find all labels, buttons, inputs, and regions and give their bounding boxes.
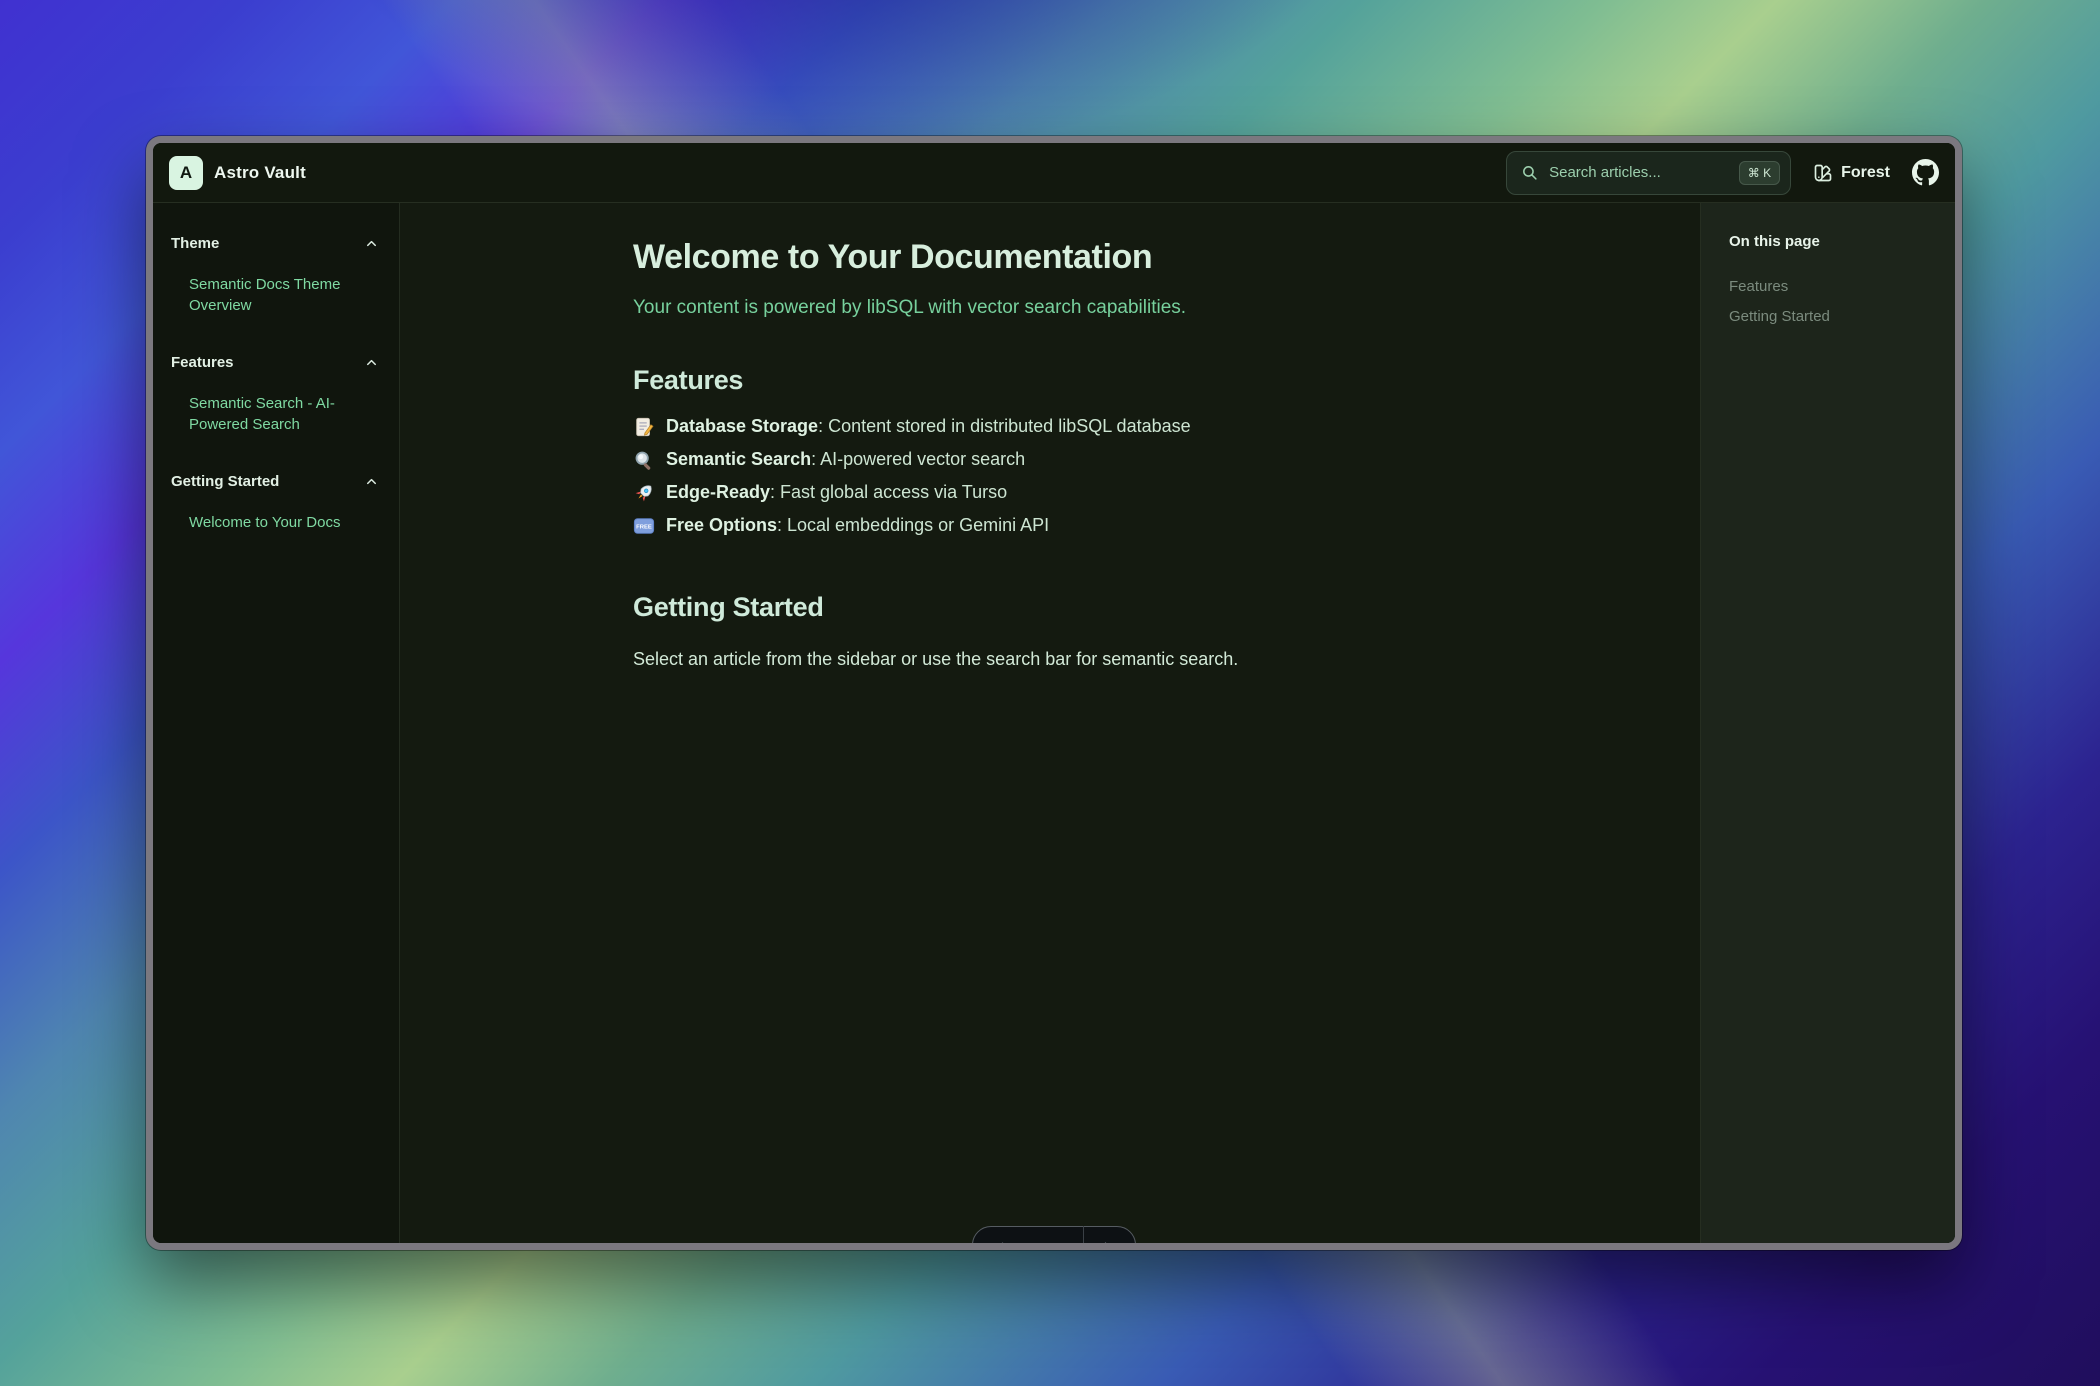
page-subtitle: Your content is powered by libSQL with v… xyxy=(633,297,1503,319)
list-item: Edge-Ready: Fast global access via Turso xyxy=(633,476,1503,509)
feature-term: Semantic Search xyxy=(666,449,811,470)
search-icon xyxy=(1521,164,1538,181)
nav-group-features: Features Semantic Search - AI-Powered Se… xyxy=(171,354,379,435)
feature-desc: : Local embeddings or Gemini API xyxy=(777,515,1049,536)
feature-desc: : AI-powered vector search xyxy=(811,449,1025,470)
feature-term: Free Options xyxy=(666,515,777,536)
brand[interactable]: A Astro Vault xyxy=(169,156,306,190)
app-window: A Astro Vault Search articles... ⌘ K xyxy=(146,136,1962,1250)
github-link[interactable] xyxy=(1912,159,1939,186)
nav-group-label: Features xyxy=(171,354,234,371)
list-item: Database Storage: Content stored in dist… xyxy=(633,410,1503,443)
list-item: Semantic Search: AI-powered vector searc… xyxy=(633,443,1503,476)
rocket-emoji-icon xyxy=(633,482,655,504)
toolbar-divider xyxy=(1083,1226,1085,1243)
nav-group-header-features[interactable]: Features xyxy=(171,354,379,371)
free-emoji-icon: FREE xyxy=(633,515,655,537)
list-item: FREE Free Options: Local embeddings or G… xyxy=(633,509,1503,542)
search-placeholder: Search articles... xyxy=(1549,164,1739,181)
nav-group-theme: Theme Semantic Docs Theme Overview xyxy=(171,235,379,316)
sidebar-nav: Theme Semantic Docs Theme Overview Featu… xyxy=(153,203,400,1243)
feature-term: Database Storage xyxy=(666,416,818,437)
memo-emoji-icon xyxy=(633,416,655,438)
dev-toolbar xyxy=(972,1226,1136,1243)
chevron-up-icon xyxy=(364,236,379,251)
settings-gear-icon xyxy=(1097,1241,1114,1244)
getting-started-section: Getting Started Select an article from t… xyxy=(633,592,1503,670)
inspect-rocket-icon xyxy=(1024,1241,1041,1244)
search-input[interactable]: Search articles... ⌘ K xyxy=(1506,151,1791,195)
palette-swatch-icon xyxy=(1813,163,1833,183)
getting-started-heading: Getting Started xyxy=(633,592,1503,623)
toc-link-features[interactable]: Features xyxy=(1729,272,1935,302)
svg-text:FREE: FREE xyxy=(636,524,652,530)
nav-group-header-theme[interactable]: Theme xyxy=(171,235,379,252)
brand-title: Astro Vault xyxy=(214,163,306,183)
chevron-up-icon xyxy=(364,355,379,370)
feature-desc: : Fast global access via Turso xyxy=(770,482,1007,503)
chevron-up-icon xyxy=(364,474,379,489)
nav-group-getting-started: Getting Started Welcome to Your Docs xyxy=(171,473,379,533)
nav-group-label: Theme xyxy=(171,235,219,252)
search-shortcut-badge: ⌘ K xyxy=(1739,161,1780,185)
header-bar: A Astro Vault Search articles... ⌘ K xyxy=(153,143,1955,203)
desktop-wallpaper: A Astro Vault Search articles... ⌘ K xyxy=(0,0,2100,1386)
magnifier-emoji-icon xyxy=(633,449,655,471)
nav-group-header-getting-started[interactable]: Getting Started xyxy=(171,473,379,490)
header-actions: Search articles... ⌘ K Forest xyxy=(1506,151,1939,195)
github-octocat-icon xyxy=(1912,159,1939,186)
article: Welcome to Your Documentation Your conte… xyxy=(633,203,1503,670)
nav-group-label: Getting Started xyxy=(171,473,279,490)
page-title: Welcome to Your Documentation xyxy=(633,237,1503,277)
on-this-page-panel: On this page Features Getting Started xyxy=(1700,203,1955,1243)
astro-vault-logo: A xyxy=(169,156,203,190)
main-content: Welcome to Your Documentation Your conte… xyxy=(400,203,1700,1243)
toc-title: On this page xyxy=(1729,233,1935,250)
getting-started-body: Select an article from the sidebar or us… xyxy=(633,649,1503,670)
features-heading: Features xyxy=(633,365,1503,396)
menu-dash-icon xyxy=(1054,1241,1071,1244)
feature-desc: : Content stored in distributed libSQL d… xyxy=(818,416,1191,437)
sidebar-item-semantic-docs-theme-overview[interactable]: Semantic Docs Theme Overview xyxy=(171,274,356,316)
toc-link-getting-started[interactable]: Getting Started xyxy=(1729,302,1935,332)
dev-toolbar-pill[interactable] xyxy=(972,1226,1136,1243)
sidebar-item-semantic-search[interactable]: Semantic Search - AI-Powered Search xyxy=(171,393,356,435)
theme-name-label: Forest xyxy=(1841,164,1890,182)
features-list: Database Storage: Content stored in dist… xyxy=(633,410,1503,542)
window-content: A Astro Vault Search articles... ⌘ K xyxy=(153,143,1955,1243)
feature-term: Edge-Ready xyxy=(666,482,770,503)
astro-logo-icon xyxy=(994,1241,1011,1244)
logo-letter: A xyxy=(180,163,192,183)
theme-picker-button[interactable]: Forest xyxy=(1813,163,1890,183)
body-row: Theme Semantic Docs Theme Overview Featu… xyxy=(153,203,1955,1243)
sidebar-item-welcome-to-your-docs[interactable]: Welcome to Your Docs xyxy=(171,512,356,533)
